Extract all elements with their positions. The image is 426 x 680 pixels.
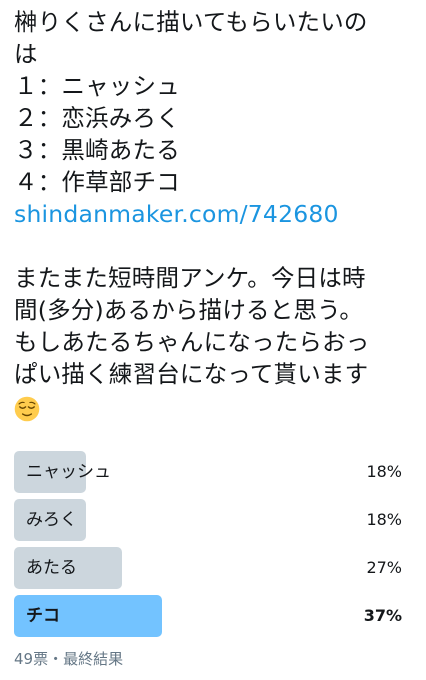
poll-option-percent: 37% (363, 606, 402, 625)
tweet-line: １：ニャッシュ (14, 72, 180, 100)
tweet-line: ぱい描く練習台になって貰います (14, 360, 369, 388)
poll-option-percent: 18% (366, 510, 402, 529)
poll-option: みろく 18% (14, 499, 410, 541)
poll-footer: 49票・最終結果 (14, 650, 124, 668)
relieved-face-icon (14, 396, 40, 422)
tweet-line: ３：黒崎あたる (14, 136, 180, 164)
tweet-line: もしあたるちゃんになったらおっ (14, 328, 370, 356)
shindanmaker-link[interactable]: shindanmaker.com/742680 (14, 198, 416, 230)
poll-option-percent: 18% (366, 462, 402, 481)
poll: ニャッシュ 18% みろく 18% あたる 27% チコ 37% (14, 451, 410, 643)
poll-option: ニャッシュ 18% (14, 451, 410, 493)
tweet-text: 榊りくさんに描いてもらいたいの は １：ニャッシュ ２：恋浜みろく ３：黒崎あた… (14, 6, 416, 430)
poll-option-label: あたる (26, 558, 77, 578)
poll-option-percent: 27% (366, 558, 402, 577)
tweet-line: ２：恋浜みろく (14, 104, 180, 132)
poll-option: あたる 27% (14, 547, 410, 589)
poll-option: チコ 37% (14, 595, 410, 637)
tweet: 榊りくさんに描いてもらいたいの は １：ニャッシュ ２：恋浜みろく ３：黒崎あた… (14, 6, 416, 430)
tweet-line: またまた短時間アンケ。今日は時 (14, 264, 366, 292)
tweet-line: 榊りくさんに描いてもらいたいの (14, 8, 368, 36)
tweet-line: は (14, 40, 38, 68)
poll-option-label: チコ (26, 606, 60, 626)
tweet-line: ４：作草部チコ (14, 168, 180, 196)
tweet-line: 間(多分)あるから描けると思う。 (14, 296, 364, 324)
poll-option-label: ニャッシュ (26, 462, 111, 482)
poll-option-label: みろく (26, 510, 77, 530)
emoji-line (14, 390, 416, 430)
